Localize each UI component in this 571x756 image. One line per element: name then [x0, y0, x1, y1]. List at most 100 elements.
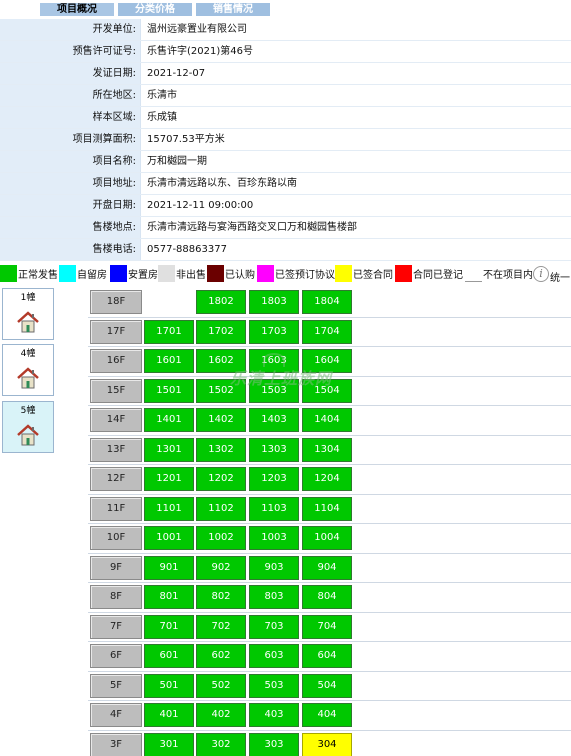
info-label: 开盘日期:	[0, 195, 141, 216]
unit-cell[interactable]: 1402	[196, 408, 246, 432]
unit-cell[interactable]: 502	[196, 673, 246, 698]
floor-label: 16F	[90, 349, 142, 373]
unit-cell[interactable]: 703	[249, 614, 299, 639]
unit-cell[interactable]: 701	[144, 614, 194, 639]
unit-cell[interactable]: 1502	[196, 378, 246, 403]
unit-cell[interactable]: 901	[144, 555, 194, 580]
info-label: 售楼电话:	[0, 239, 141, 260]
floor-row: 16F 1601 1602 1603 1604	[88, 347, 571, 377]
floor-label: 7F	[90, 614, 142, 639]
unit-cell[interactable]: 303	[249, 732, 299, 756]
tab-project-overview[interactable]: 项目概况	[40, 3, 114, 16]
info-icon[interactable]: i	[533, 266, 549, 282]
floor-grid: 18F 1802 1803 1804 17F 1701 1702 1703 1704 16F 160…	[88, 288, 571, 756]
unit-cell[interactable]: 1501	[144, 378, 194, 403]
legend-label: 正常发售	[18, 270, 58, 281]
unit-cell[interactable]: 401	[144, 703, 194, 727]
legend-label: 不在项目内	[483, 270, 533, 281]
unit-cell[interactable]: 1404	[302, 408, 352, 432]
unit-cell[interactable]: 1003	[249, 526, 299, 550]
floor-label: 10F	[90, 526, 142, 550]
unit-cell[interactable]: 1804	[302, 290, 352, 314]
info-row: 开发单位: 温州远豪置业有限公司	[0, 19, 571, 41]
unit-cell[interactable]: 1504	[302, 378, 352, 403]
unit-cell[interactable]: 1203	[249, 467, 299, 491]
info-row: 发证日期: 2021-12-07	[0, 63, 571, 85]
unit-cell[interactable]: 1701	[144, 319, 194, 344]
unit-cell[interactable]: 1304	[302, 437, 352, 462]
unit-cell[interactable]: 1602	[196, 349, 246, 373]
floor-row: 14F 1401 1402 1403 1404	[88, 406, 571, 436]
floor-row: 12F 1201 1202 1203 1204	[88, 465, 571, 495]
unit-cell[interactable]: 1604	[302, 349, 352, 373]
unit-cell[interactable]: 1101	[144, 496, 194, 521]
unit-cell[interactable]: 801	[144, 585, 194, 609]
unit-cell[interactable]: 402	[196, 703, 246, 727]
unit-cell[interactable]: 1204	[302, 467, 352, 491]
legend-swatch	[59, 265, 76, 282]
unit-cell[interactable]: 604	[302, 644, 352, 668]
unit-cell[interactable]: 602	[196, 644, 246, 668]
info-row: 样本区域: 乐成镇	[0, 107, 571, 129]
tab-sales-status[interactable]: 销售情况	[196, 3, 270, 16]
unit-cell[interactable]: 1103	[249, 496, 299, 521]
unit-cell[interactable]: 1702	[196, 319, 246, 344]
unit-cell[interactable]: 1603	[249, 349, 299, 373]
unit-cell[interactable]: 1704	[302, 319, 352, 344]
legend-swatch	[110, 265, 127, 282]
legend-item: 已签预订协议	[257, 264, 335, 282]
floor-label: 13F	[90, 437, 142, 462]
tab-category-price[interactable]: 分类价格	[118, 3, 192, 16]
unit-cell[interactable]: 1301	[144, 437, 194, 462]
unit-cell[interactable]: 1201	[144, 467, 194, 491]
building-tile[interactable]: 4幢	[2, 344, 54, 396]
unit-cell[interactable]: 704	[302, 614, 352, 639]
floor-label: 5F	[90, 673, 142, 698]
unit-cell[interactable]: 1001	[144, 526, 194, 550]
unit-cell[interactable]: 304	[302, 732, 352, 756]
unit-cell[interactable]: 904	[302, 555, 352, 580]
floor-row: 11F 1101 1102 1103 1104	[88, 495, 571, 524]
unit-cell[interactable]: 804	[302, 585, 352, 609]
unit-cell[interactable]: 302	[196, 732, 246, 756]
unit-cell[interactable]: 1802	[196, 290, 246, 314]
unit-cell[interactable]: 1002	[196, 526, 246, 550]
unit-cell[interactable]: 301	[144, 732, 194, 756]
unit-cell[interactable]: 404	[302, 703, 352, 727]
unit-cell[interactable]: 1104	[302, 496, 352, 521]
unit-cell[interactable]: 1302	[196, 437, 246, 462]
info-label: 开发单位:	[0, 19, 141, 40]
building-tile[interactable]: 1幢	[2, 288, 54, 340]
floor-row: 10F 1001 1002 1003 1004	[88, 524, 571, 554]
unit-cell[interactable]: 403	[249, 703, 299, 727]
unit-cell[interactable]: 501	[144, 673, 194, 698]
legend-item: 不在项目内	[465, 264, 533, 282]
unit-cell[interactable]: 1401	[144, 408, 194, 432]
unit-cell[interactable]: 802	[196, 585, 246, 609]
unit-cell[interactable]: 504	[302, 673, 352, 698]
unit-cell[interactable]: 1601	[144, 349, 194, 373]
unit-cell[interactable]: 903	[249, 555, 299, 580]
floor-label: 6F	[90, 644, 142, 668]
unit-cell[interactable]: 1803	[249, 290, 299, 314]
legend-swatch	[335, 265, 352, 282]
tab-bar: 项目概况 分类价格 销售情况	[0, 0, 571, 18]
unit-cell[interactable]: 1202	[196, 467, 246, 491]
unit-cell[interactable]: 601	[144, 644, 194, 668]
unit-cell[interactable]: 1102	[196, 496, 246, 521]
unit-cell[interactable]: 902	[196, 555, 246, 580]
unit-cell[interactable]: 503	[249, 673, 299, 698]
unit-cell[interactable]: 1403	[249, 408, 299, 432]
floor-label: 11F	[90, 496, 142, 521]
unit-cell[interactable]: 1303	[249, 437, 299, 462]
unit-cell[interactable]: 1703	[249, 319, 299, 344]
building-tile[interactable]: 5幢	[2, 401, 54, 453]
unit-cell[interactable]: 603	[249, 644, 299, 668]
floor-row: 5F 501 502 503 504	[88, 672, 571, 701]
unit-cell[interactable]: 702	[196, 614, 246, 639]
unit-cell[interactable]: 803	[249, 585, 299, 609]
info-value: 乐成镇	[141, 107, 571, 128]
floor-row: 18F 1802 1803 1804	[88, 288, 571, 318]
unit-cell[interactable]: 1503	[249, 378, 299, 403]
unit-cell[interactable]: 1004	[302, 526, 352, 550]
